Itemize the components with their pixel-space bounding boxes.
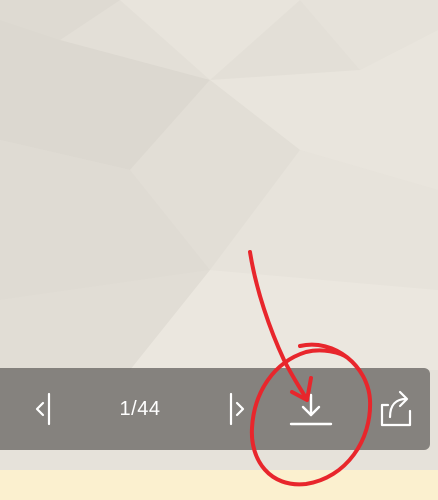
document-viewer: 1/44 [0,0,438,500]
last-page-button[interactable] [214,368,258,450]
download-button[interactable] [284,368,338,450]
share-button[interactable] [374,368,418,450]
first-page-button[interactable] [22,368,66,450]
download-icon [289,393,333,426]
viewer-toolbar: 1/44 [0,368,430,450]
share-icon [380,390,412,427]
bottom-banner-strip [0,470,438,500]
first-page-icon [35,392,51,426]
page-counter: 1/44 [119,397,161,420]
last-page-icon [229,392,245,426]
